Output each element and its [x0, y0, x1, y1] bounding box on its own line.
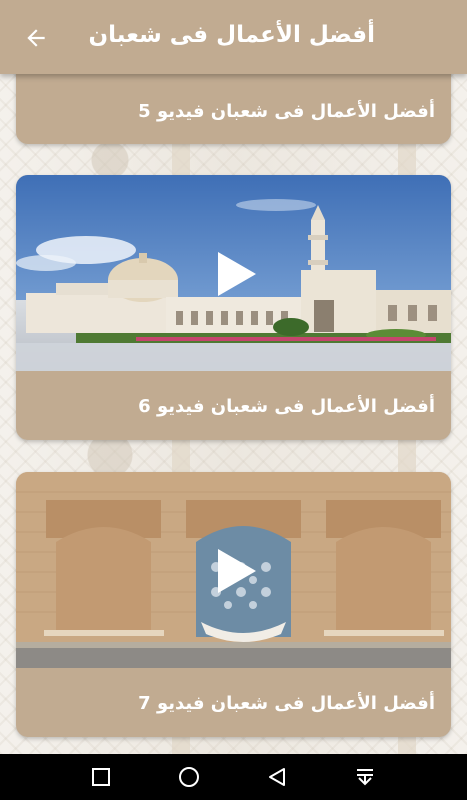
recents-button[interactable] — [88, 764, 114, 790]
home-button[interactable] — [176, 764, 202, 790]
home-circle-icon — [179, 767, 199, 787]
play-icon[interactable] — [216, 547, 258, 595]
video-title: أفضل الأعمال فى شعبان فيديو 5 — [138, 101, 435, 122]
video-thumbnail-fountain[interactable] — [16, 472, 451, 668]
video-list[interactable]: أفضل الأعمال فى شعبان فيديو 5 أفضل الأعم… — [0, 0, 467, 754]
video-title: أفضل الأعمال فى شعبان فيديو 7 — [138, 693, 435, 714]
app-bar: أفضل الأعمال فى شعبان — [0, 0, 467, 74]
system-navigation-bar — [0, 754, 467, 800]
page-title: أفضل الأعمال فى شعبان — [88, 22, 375, 48]
back-system-button[interactable] — [264, 764, 290, 790]
video-title: أفضل الأعمال فى شعبان فيديو 6 — [138, 396, 435, 417]
notification-button[interactable] — [352, 764, 378, 790]
recents-square-icon — [92, 768, 110, 786]
video-card[interactable]: أفضل الأعمال فى شعبان فيديو 7 — [16, 472, 451, 737]
back-button[interactable] — [18, 20, 54, 56]
video-card[interactable]: أفضل الأعمال فى شعبان فيديو 6 — [16, 175, 451, 440]
play-icon[interactable] — [216, 250, 258, 298]
arrow-back-icon — [27, 29, 45, 47]
video-thumbnail-mosque[interactable] — [16, 175, 451, 371]
notification-pull-icon — [357, 769, 373, 786]
back-triangle-icon — [269, 768, 285, 786]
